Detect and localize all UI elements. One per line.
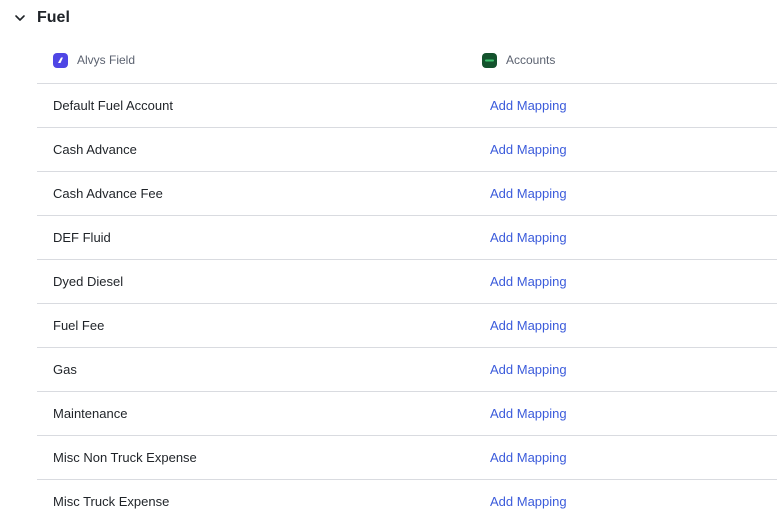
- column-header-alvys-field: Alvys Field: [53, 52, 136, 68]
- alvys-field-name: Cash Advance Fee: [53, 186, 163, 201]
- table-row: Cash Advance Fee Add Mapping: [37, 172, 777, 216]
- alvys-field-name: Fuel Fee: [53, 318, 105, 333]
- column-header-label: Accounts: [506, 53, 556, 67]
- alvys-field-name: Misc Truck Expense: [53, 494, 170, 509]
- table-row: Gas Add Mapping: [37, 348, 777, 392]
- alvys-field-name: Misc Non Truck Expense: [53, 450, 197, 465]
- add-mapping-link[interactable]: Add Mapping: [490, 230, 567, 245]
- table-row: Default Fuel Account Add Mapping: [37, 84, 777, 128]
- table-row: DEF Fluid Add Mapping: [37, 216, 777, 260]
- section-toggle[interactable]: Fuel: [12, 6, 70, 30]
- mapping-table: Alvys Field Accounts Default Fuel Accoun…: [37, 37, 777, 523]
- section-title: Fuel: [37, 9, 70, 26]
- add-mapping-link[interactable]: Add Mapping: [490, 450, 567, 465]
- column-header-accounts: Accounts: [482, 52, 556, 68]
- alvys-field-name: DEF Fluid: [53, 230, 111, 245]
- alvys-field-name: Maintenance: [53, 406, 128, 421]
- add-mapping-link[interactable]: Add Mapping: [490, 142, 567, 157]
- column-header-label: Alvys Field: [77, 53, 136, 67]
- table-row: Misc Truck Expense Add Mapping: [37, 480, 777, 523]
- alvys-field-name: Cash Advance: [53, 142, 137, 157]
- quickbooks-logo-icon: [482, 52, 497, 68]
- table-body: Default Fuel Account Add Mapping Cash Ad…: [37, 84, 777, 523]
- table-row: Cash Advance Add Mapping: [37, 128, 777, 172]
- alvys-logo-icon: [53, 52, 68, 68]
- add-mapping-link[interactable]: Add Mapping: [490, 274, 567, 289]
- alvys-field-name: Default Fuel Account: [53, 98, 173, 113]
- chevron-down-icon[interactable]: [12, 10, 28, 26]
- table-row: Dyed Diesel Add Mapping: [37, 260, 777, 304]
- add-mapping-link[interactable]: Add Mapping: [490, 186, 567, 201]
- table-row: Fuel Fee Add Mapping: [37, 304, 777, 348]
- add-mapping-link[interactable]: Add Mapping: [490, 98, 567, 113]
- fuel-section: Fuel Alvys Field Accounts Default Fuel A…: [0, 0, 777, 523]
- table-header: Alvys Field Accounts: [37, 37, 777, 84]
- table-row: Misc Non Truck Expense Add Mapping: [37, 436, 777, 480]
- add-mapping-link[interactable]: Add Mapping: [490, 362, 567, 377]
- add-mapping-link[interactable]: Add Mapping: [490, 318, 567, 333]
- alvys-field-name: Gas: [53, 362, 77, 377]
- alvys-field-name: Dyed Diesel: [53, 274, 124, 289]
- add-mapping-link[interactable]: Add Mapping: [490, 494, 567, 509]
- add-mapping-link[interactable]: Add Mapping: [490, 406, 567, 421]
- table-row: Maintenance Add Mapping: [37, 392, 777, 436]
